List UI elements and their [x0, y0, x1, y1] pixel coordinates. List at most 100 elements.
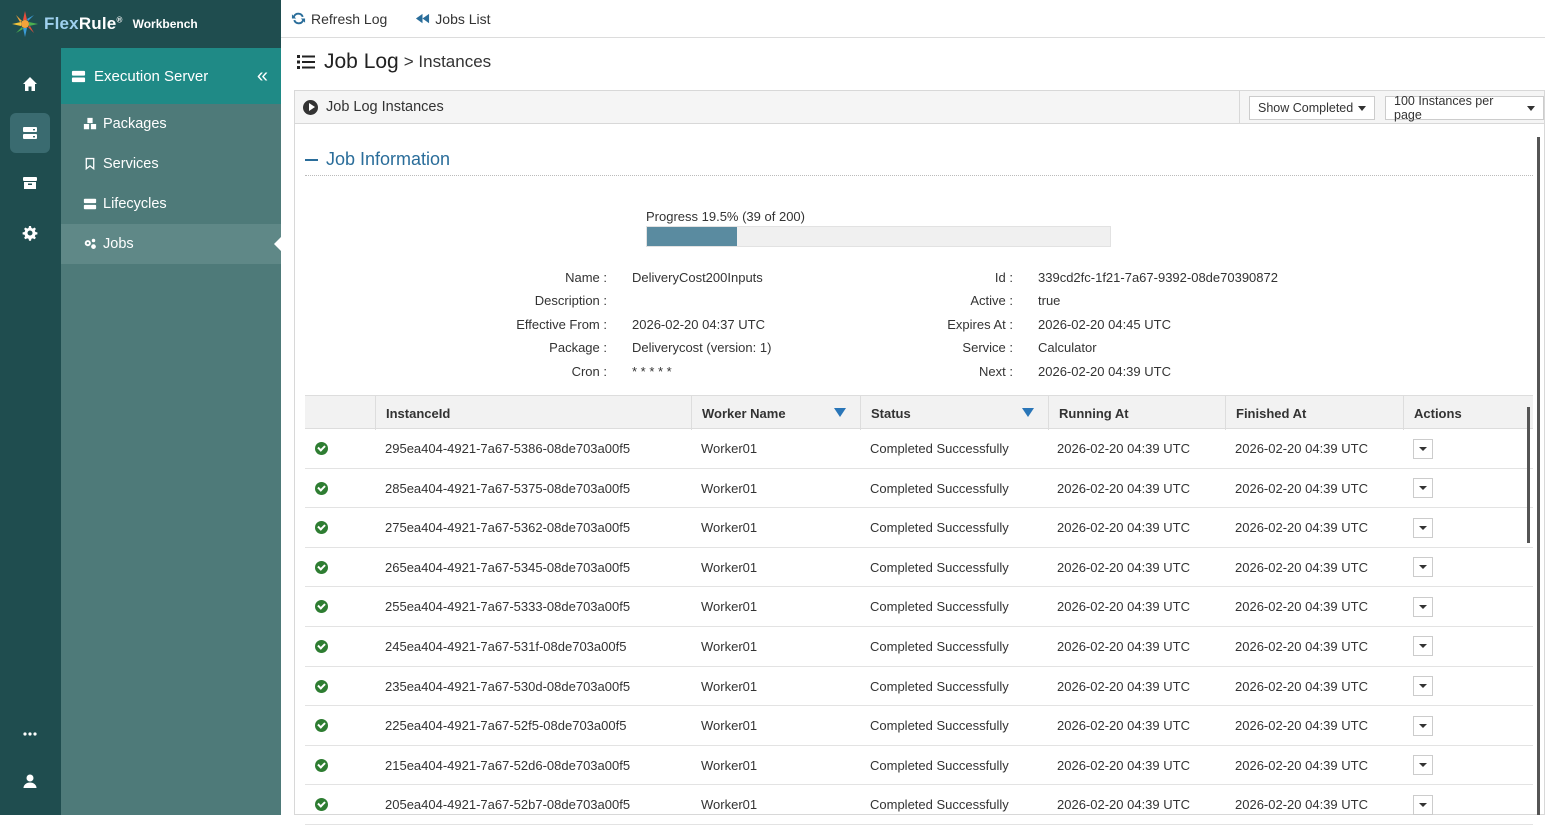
table-row[interactable]: 225ea404-4921-7a67-52f5-08de703a00f5 Work…: [305, 706, 1533, 746]
rail-server-button[interactable]: [10, 113, 50, 153]
per-page-dropdown[interactable]: 100 Instances per page: [1385, 94, 1544, 122]
sidebar-item-packages[interactable]: Packages: [61, 104, 281, 144]
description-label: Description :: [534, 293, 607, 308]
running-at-cell: 2026-02-20 04:39 UTC: [1057, 599, 1190, 615]
sidebar-item-services[interactable]: Services: [61, 144, 281, 184]
table-row[interactable]: 295ea404-4921-7a67-5386-08de703a00f5 Work…: [305, 429, 1533, 469]
instance-id-cell: 225ea404-4921-7a67-52f5-08de703a00f5: [385, 718, 627, 734]
table-header: InstanceId Worker Name Status Running At…: [305, 395, 1533, 430]
job-information-toggle[interactable]: Job Information: [305, 144, 1533, 176]
column-status[interactable]: Status: [860, 396, 1048, 430]
table-row[interactable]: 215ea404-4921-7a67-52d6-08de703a00f5 Work…: [305, 746, 1533, 786]
finished-at-cell: 2026-02-20 04:39 UTC: [1235, 480, 1368, 496]
row-actions-dropdown[interactable]: [1413, 755, 1433, 776]
sidebar-item-label: Lifecycles: [103, 196, 167, 212]
row-actions-dropdown[interactable]: [1413, 715, 1433, 736]
worker-name-cell: Worker01: [701, 638, 758, 654]
success-check-icon: [315, 560, 328, 574]
instance-id-cell: 285ea404-4921-7a67-5375-08de703a00f5: [385, 480, 631, 496]
table-row[interactable]: 275ea404-4921-7a67-5362-08de703a00f5 Work…: [305, 508, 1533, 548]
status-cell: Completed Successfully: [870, 480, 1009, 496]
filter-icon[interactable]: [834, 408, 846, 417]
table-row[interactable]: 205ea404-4921-7a67-52b7-08de703a00f5 Work…: [305, 785, 1533, 825]
row-actions-dropdown[interactable]: [1413, 478, 1433, 499]
column-instanceid[interactable]: InstanceId: [375, 396, 691, 430]
refresh-log-button[interactable]: Refresh Log: [291, 11, 387, 27]
row-actions-dropdown[interactable]: [1413, 676, 1433, 697]
cron-label: Cron :: [571, 364, 607, 379]
instance-id-cell: 255ea404-4921-7a67-5333-08de703a00f5: [385, 599, 631, 615]
column-running-at[interactable]: Running At: [1048, 396, 1225, 430]
rail-settings-button[interactable]: [10, 213, 50, 253]
execution-server-sidebar: Execution Server « Packages Services Lif…: [61, 48, 281, 815]
status-cell: Completed Successfully: [870, 757, 1009, 773]
collapse-sidebar-button[interactable]: «: [257, 65, 268, 88]
worker-name-cell: Worker01: [701, 718, 758, 734]
instances-table: InstanceId Worker Name Status Running At…: [305, 395, 1533, 825]
column-actions: Actions: [1403, 396, 1533, 430]
instance-id-cell: 205ea404-4921-7a67-52b7-08de703a00f5: [385, 797, 631, 813]
divider: [1239, 91, 1240, 124]
cubes-icon: [83, 117, 97, 130]
table-scrollbar[interactable]: [1527, 407, 1530, 543]
table-row[interactable]: 285ea404-4921-7a67-5375-08de703a00f5 Work…: [305, 469, 1533, 509]
caret-down-icon: [1527, 105, 1535, 111]
table-row[interactable]: 265ea404-4921-7a67-5345-08de703a00f5 Work…: [305, 548, 1533, 588]
name-value: DeliveryCost200Inputs: [632, 270, 763, 285]
finished-at-cell: 2026-02-20 04:39 UTC: [1235, 757, 1368, 773]
row-actions-dropdown[interactable]: [1413, 596, 1433, 617]
running-at-cell: 2026-02-20 04:39 UTC: [1057, 559, 1190, 575]
minus-icon: [305, 159, 318, 161]
progress-fill: [647, 227, 738, 246]
instance-id-cell: 235ea404-4921-7a67-530d-08de703a00f5: [385, 678, 631, 694]
column-label: Running At: [1059, 405, 1129, 421]
column-worker-name[interactable]: Worker Name: [691, 396, 860, 430]
instance-id-cell: 295ea404-4921-7a67-5386-08de703a00f5: [385, 441, 631, 456]
success-check-icon: [315, 719, 328, 733]
column-finished-at[interactable]: Finished At: [1225, 396, 1403, 430]
sidebar-item-lifecycles[interactable]: Lifecycles: [61, 184, 281, 224]
row-actions-dropdown[interactable]: [1413, 557, 1433, 578]
rail-home-button[interactable]: [10, 64, 50, 104]
table-row[interactable]: 245ea404-4921-7a67-531f-08de703a00f5 Work…: [305, 627, 1533, 667]
brand-product: Workbench: [132, 17, 198, 31]
row-icon-cell: [1413, 706, 1433, 745]
instance-id-cell: 215ea404-4921-7a67-52d6-08de703a00f5: [385, 757, 631, 773]
row-actions-dropdown[interactable]: [1413, 794, 1433, 815]
rail-user-button[interactable]: [10, 761, 50, 801]
sidebar-item-label: Jobs: [103, 236, 134, 252]
panel-scrollbar[interactable]: [1537, 137, 1540, 815]
sidebar-item-jobs[interactable]: Jobs: [61, 224, 281, 264]
running-at-cell: 2026-02-20 04:39 UTC: [1057, 797, 1190, 813]
success-check-icon: [315, 481, 328, 495]
service-label: Service :: [962, 340, 1013, 355]
jobs-list-button[interactable]: Jobs List: [415, 11, 491, 27]
rail-archive-button[interactable]: [10, 163, 50, 203]
progress-bar: [646, 226, 1111, 247]
filter-icon[interactable]: [1022, 408, 1034, 417]
finished-at-cell: 2026-02-20 04:39 UTC: [1235, 441, 1368, 456]
table-row[interactable]: 235ea404-4921-7a67-530d-08de703a00f5 Work…: [305, 667, 1533, 707]
icon-rail: [0, 48, 61, 815]
success-check-icon: [315, 521, 328, 535]
cron-value: * * * * *: [632, 364, 672, 379]
row-actions-dropdown[interactable]: [1413, 517, 1433, 538]
progress-label: Progress 19.5% (39 of 200): [646, 209, 805, 224]
breadcrumb: > Instances: [403, 52, 492, 71]
next-label: Next :: [979, 364, 1013, 379]
show-completed-dropdown[interactable]: Show Completed: [1249, 96, 1376, 120]
caret-down-icon: [1358, 105, 1367, 111]
package-value: Deliverycost (version: 1): [632, 340, 772, 355]
row-actions-dropdown[interactable]: [1413, 438, 1433, 459]
running-at-cell: 2026-02-20 04:39 UTC: [1057, 520, 1190, 536]
success-check-icon: [315, 798, 328, 812]
panel-title: Job Log Instances: [326, 99, 444, 115]
row-actions-dropdown[interactable]: [1413, 636, 1433, 657]
rail-more-button[interactable]: [10, 714, 50, 754]
table-row[interactable]: 255ea404-4921-7a67-5333-08de703a00f5 Work…: [305, 587, 1533, 627]
effective-from-label: Effective From :: [516, 317, 607, 332]
column-label: Finished At: [1236, 405, 1307, 421]
running-at-cell: 2026-02-20 04:39 UTC: [1057, 480, 1190, 496]
app-brand[interactable]: FlexRule® Workbench: [0, 0, 281, 48]
status-cell: Completed Successfully: [870, 559, 1009, 575]
